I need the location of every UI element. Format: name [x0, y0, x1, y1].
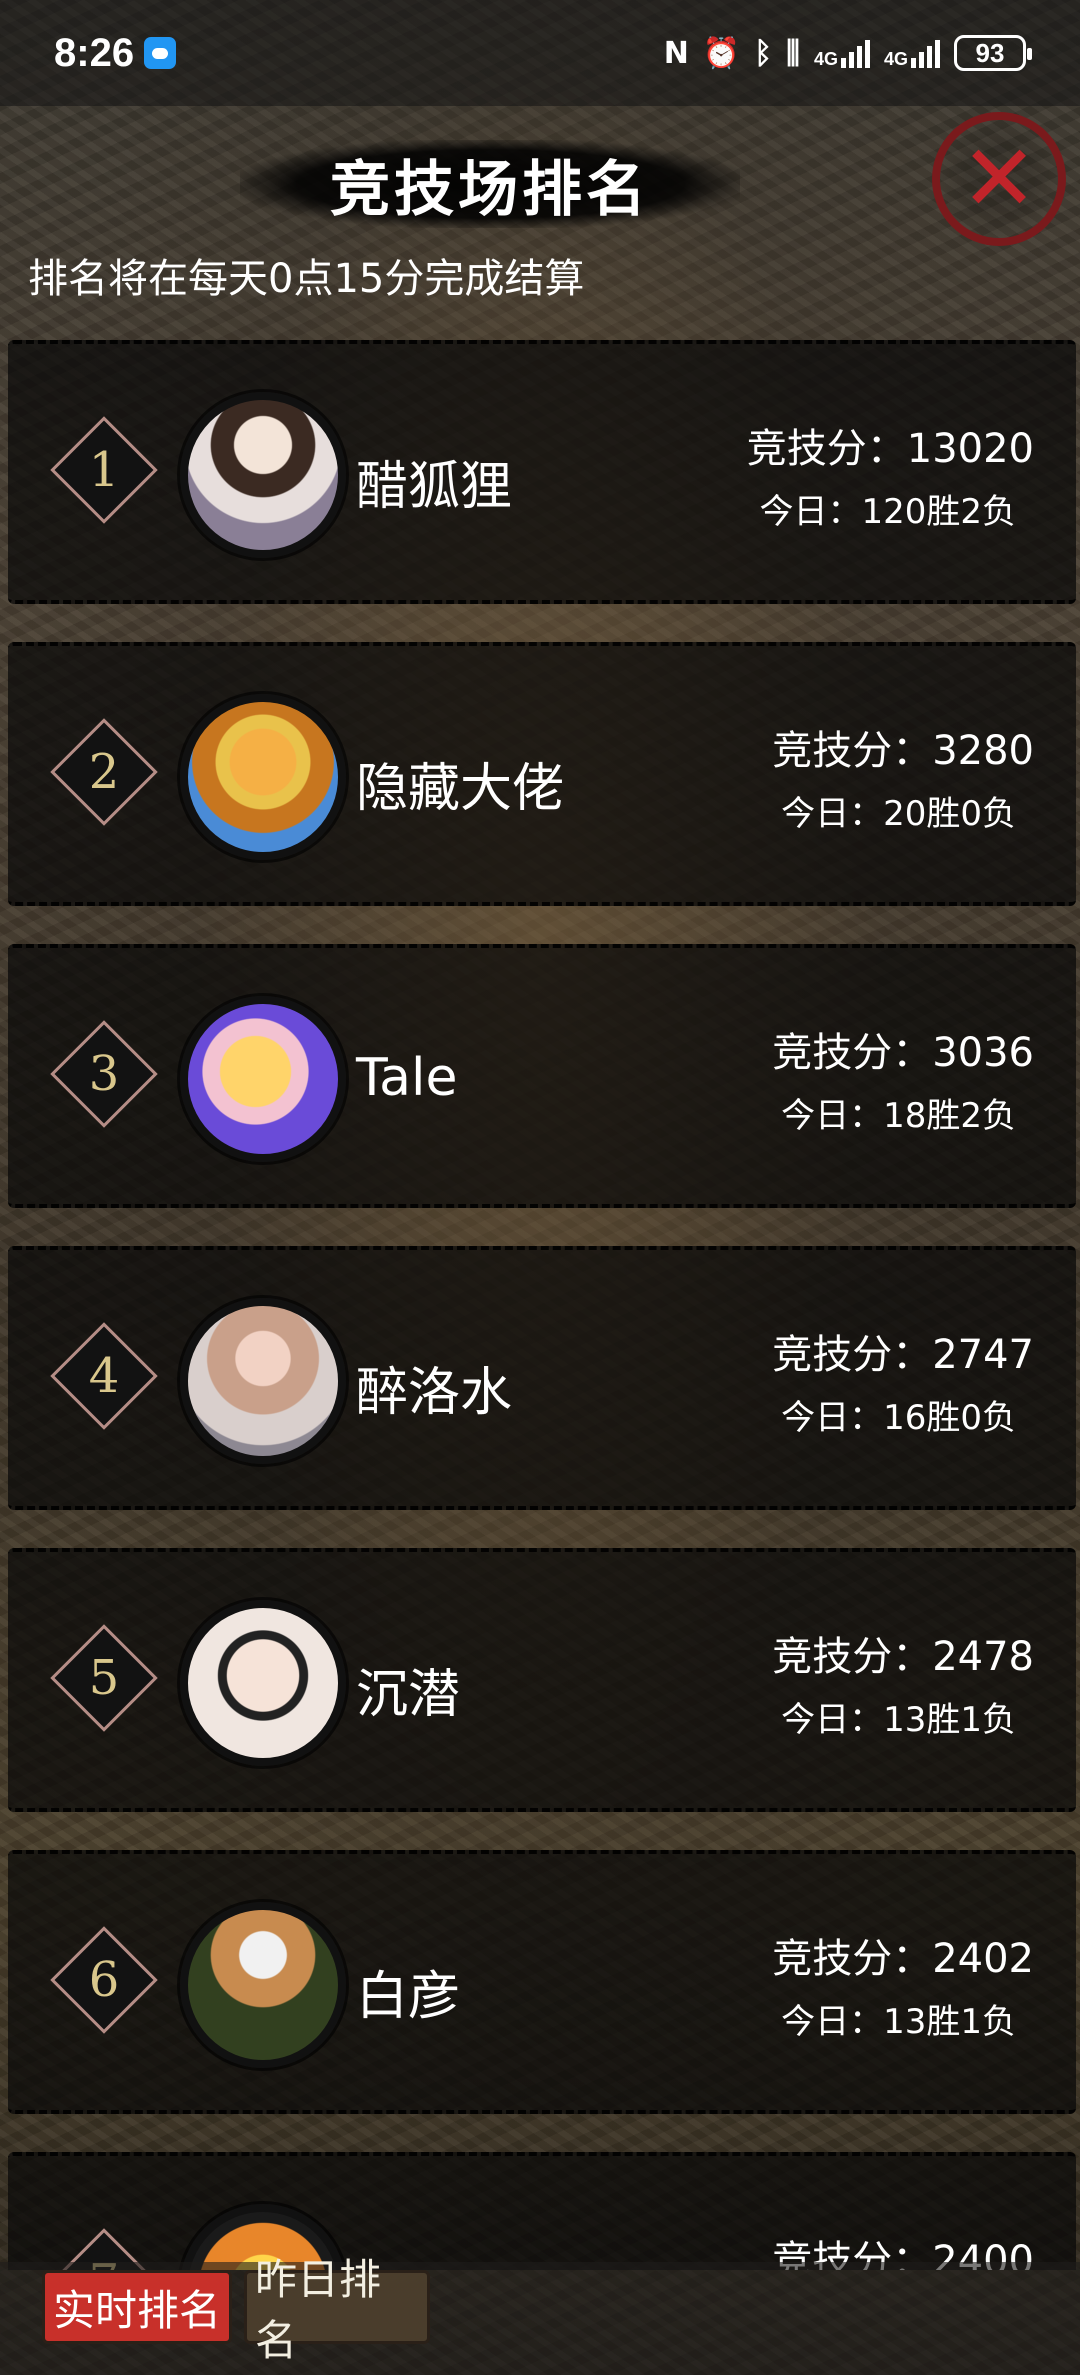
avatar[interactable] — [180, 996, 346, 1162]
alarm-icon: ⏰ — [702, 35, 741, 71]
ranking-row[interactable]: 1 醋狐狸 竞技分：13020 今日：120胜2负 — [8, 340, 1076, 604]
today-record: 今日：16胜0负 — [781, 1398, 1016, 1438]
rank-number: 6 — [88, 1952, 120, 2008]
arena-score: 竞技分：2402 — [772, 1936, 1034, 1982]
rank-number: 4 — [88, 1348, 120, 1404]
today-record: 今日：13胜1负 — [781, 2002, 1016, 2042]
rank-number: 5 — [88, 1650, 120, 1706]
ranking-list[interactable]: 1 醋狐狸 竞技分：13020 今日：120胜2负 2 隐藏大佬 竞技分：328… — [0, 340, 1080, 2270]
bluetooth-icon: ᛒ — [754, 35, 773, 71]
status-icons: N ⏰ ᛒ ⫼ 4G 4G 93 — [663, 35, 1032, 71]
player-name: 醋狐狸 — [356, 457, 513, 517]
vibrate-icon: ⫼ — [786, 35, 800, 71]
avatar[interactable] — [180, 694, 346, 860]
close-icon: ✕ — [960, 125, 1038, 232]
avatar[interactable] — [180, 1298, 346, 1464]
close-button[interactable]: ✕ — [932, 112, 1066, 246]
avatar[interactable] — [180, 1600, 346, 1766]
title-banner: 竞技场排名 — [240, 140, 740, 228]
player-name: 白彦 — [356, 1967, 461, 2027]
today-record: 今日：120胜2负 — [759, 492, 1016, 532]
arena-score: 竞技分：13020 — [746, 426, 1034, 472]
clock: 8:26 — [54, 30, 135, 75]
ranking-row[interactable]: 4 醉洛水 竞技分：2747 今日：16胜0负 — [8, 1246, 1076, 1510]
page-title: 竞技场排名 — [330, 154, 650, 225]
ranking-row[interactable]: 6 白彦 竞技分：2402 今日：13胜1负 — [8, 1850, 1076, 2114]
signal-2: 4G — [884, 38, 940, 68]
player-name: 隐藏大佬 — [356, 759, 565, 819]
rank-number: 1 — [88, 442, 120, 498]
ranking-row[interactable]: 7 竞技分：2400 — [8, 2152, 1076, 2270]
battery-indicator: 93 — [954, 35, 1032, 71]
arena-score: 竞技分：3036 — [772, 1030, 1034, 1076]
weather-app-icon — [144, 37, 177, 69]
tab-live-ranking[interactable]: 实时排名 — [42, 2270, 232, 2344]
rank-number: 2 — [88, 744, 120, 800]
signal-1: 4G — [814, 38, 870, 68]
ranking-row[interactable]: 5 沉潜 竞技分：2478 今日：13胜1负 — [8, 1548, 1076, 1812]
arena-score: 竞技分：2478 — [772, 1634, 1034, 1680]
player-name: Tale — [356, 1048, 458, 1108]
tab-yesterday-ranking[interactable]: 昨日排名 — [244, 2255, 430, 2365]
today-record: 今日：20胜0负 — [781, 794, 1016, 834]
arena-score: 竞技分：2747 — [772, 1332, 1034, 1378]
ranking-row[interactable]: 3 Tale 竞技分：3036 今日：18胜2负 — [8, 944, 1076, 1208]
today-record: 今日：18胜2负 — [781, 1096, 1016, 1136]
settlement-notice: 排名将在每天0点15分完成结算 — [28, 256, 585, 302]
today-record: 今日：13胜1负 — [781, 1700, 1016, 1740]
player-name: 醉洛水 — [356, 1363, 513, 1423]
nfc-icon: N — [663, 35, 689, 71]
avatar[interactable] — [180, 1902, 346, 2068]
status-bar: 8:26 N ⏰ ᛒ ⫼ 4G 4G 93 — [0, 0, 1080, 106]
arena-score: 竞技分：3280 — [772, 728, 1034, 774]
avatar[interactable] — [180, 392, 346, 558]
ranking-row[interactable]: 2 隐藏大佬 竞技分：3280 今日：20胜0负 — [8, 642, 1076, 906]
rank-number: 3 — [88, 1046, 120, 1102]
player-name: 沉潜 — [356, 1665, 461, 1725]
